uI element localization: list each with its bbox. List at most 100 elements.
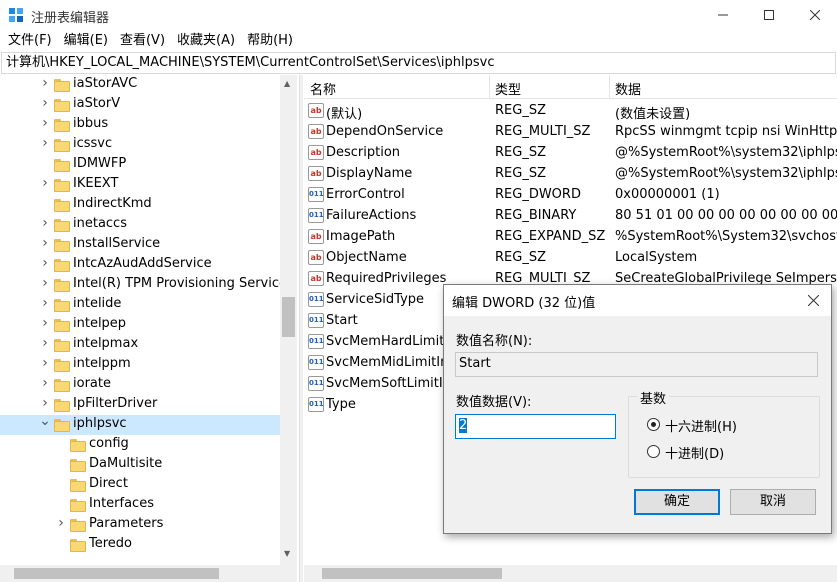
tree-item-label: IKEEXT: [73, 176, 119, 191]
chevron-right-icon[interactable]: ›: [40, 335, 50, 351]
chevron-right-icon[interactable]: ›: [40, 215, 50, 231]
chevron-right-icon[interactable]: ›: [40, 115, 50, 131]
tree-item[interactable]: › IpFilterDriver: [0, 395, 280, 415]
radio-decimal-label[interactable]: 十进制(D): [665, 443, 724, 462]
tree-item-label: Direct: [89, 476, 128, 491]
tree-item[interactable]: Teredo: [0, 535, 280, 555]
tree-item[interactable]: › iaStorAVC: [0, 75, 280, 95]
tree-scroll-thumb[interactable]: [282, 297, 295, 337]
tree-item[interactable]: IndirectKmd: [0, 195, 280, 215]
value-row[interactable]: ab DependOnService REG_MULTI_SZ RpcSS winmg…: [304, 121, 837, 142]
value-row[interactable]: 011 ErrorControl REG_DWORD 0x00000001 (1): [304, 184, 837, 205]
folder-icon: [54, 79, 71, 92]
tree-item[interactable]: › IntcAzAudAddService: [0, 255, 280, 275]
radio-hex-label[interactable]: 十六进制(H): [665, 416, 737, 435]
chevron-right-icon[interactable]: ›: [40, 135, 50, 151]
radio-hex[interactable]: [647, 418, 660, 431]
dialog-close-button[interactable]: [796, 287, 830, 313]
chevron-right-icon[interactable]: ›: [40, 175, 50, 191]
tree-item[interactable]: › icssvc: [0, 135, 280, 155]
address-bar[interactable]: 计算机\HKEY_LOCAL_MACHINE\SYSTEM\CurrentCon…: [1, 52, 836, 74]
tree-item[interactable]: › iorate: [0, 375, 280, 395]
chevron-right-icon[interactable]: ›: [40, 275, 50, 291]
binary-value-icon: 011: [308, 208, 324, 223]
column-data-header[interactable]: 数据: [615, 79, 641, 98]
scroll-up-icon[interactable]: ▲: [284, 79, 290, 88]
tree-item[interactable]: › iaStorV: [0, 95, 280, 115]
column-name-header[interactable]: 名称: [310, 79, 336, 98]
tree-item[interactable]: Direct: [0, 475, 280, 495]
ok-button[interactable]: 确定: [634, 489, 720, 515]
chevron-right-icon[interactable]: ›: [40, 95, 50, 111]
value-name: (默认): [326, 107, 363, 122]
tree-item[interactable]: › InstallService: [0, 235, 280, 255]
tree-item-label: intelpmax: [73, 336, 139, 351]
folder-icon: [54, 279, 71, 292]
value-row[interactable]: 011 FailureActions REG_BINARY 80 51 01 00 0…: [304, 205, 837, 226]
tree-item[interactable]: › intelpmax: [0, 335, 280, 355]
value-row[interactable]: ab ImagePath REG_EXPAND_SZ %SystemRoot%\Sys…: [304, 226, 837, 247]
folder-icon: [54, 399, 71, 412]
value-row[interactable]: ab DisplayName REG_SZ @%SystemRoot%\system3…: [304, 163, 837, 184]
value-name: RequiredPrivileges: [326, 271, 447, 286]
tree-item[interactable]: › inetaccs: [0, 215, 280, 235]
dialog-title: 编辑 DWORD (32 位)值: [452, 296, 596, 311]
cancel-button[interactable]: 取消: [730, 489, 816, 515]
chevron-right-icon[interactable]: ›: [40, 75, 50, 91]
maximize-button[interactable]: [746, 0, 792, 30]
values-hscroll-thumb[interactable]: [322, 568, 502, 579]
value-row[interactable]: ab Description REG_SZ @%SystemRoot%\system3…: [304, 142, 837, 163]
tree-item[interactable]: ⌄ iphlpsvc: [0, 413, 280, 435]
minimize-button[interactable]: [700, 0, 746, 30]
minimize-icon: [718, 14, 728, 16]
menu-favorites[interactable]: 收藏夹(A): [171, 30, 241, 52]
values-horizontal-scrollbar[interactable]: [304, 565, 837, 582]
binary-value-icon: 011: [308, 376, 324, 391]
menu-bar: 文件(F) 编辑(E) 查看(V) 收藏夹(A) 帮助(H): [0, 30, 837, 52]
tree-vertical-scrollbar[interactable]: ▲ ▼: [280, 75, 297, 565]
tree-item[interactable]: › Intel(R) TPM Provisioning Service: [0, 275, 287, 295]
value-row[interactable]: ab (默认) REG_SZ (数值未设置): [304, 100, 837, 122]
chevron-right-icon[interactable]: ›: [56, 515, 66, 531]
chevron-right-icon[interactable]: ›: [40, 355, 50, 371]
close-button[interactable]: [792, 0, 837, 30]
tree-hscroll-thumb[interactable]: [14, 568, 219, 579]
value-data-input[interactable]: 2: [455, 414, 616, 439]
tree-item[interactable]: config: [0, 435, 280, 455]
tree-horizontal-scrollbar[interactable]: [0, 565, 297, 582]
chevron-right-icon[interactable]: ›: [40, 395, 50, 411]
chevron-right-icon[interactable]: ›: [40, 255, 50, 271]
tree-item[interactable]: › intelpep: [0, 315, 280, 335]
close-icon: [807, 294, 819, 306]
tree-item-label: IndirectKmd: [73, 196, 152, 211]
tree-item[interactable]: › IKEEXT: [0, 175, 280, 195]
menu-help[interactable]: 帮助(H): [241, 30, 299, 52]
chevron-right-icon[interactable]: ›: [40, 235, 50, 251]
chevron-right-icon[interactable]: ›: [40, 315, 50, 331]
scroll-down-icon[interactable]: ▼: [284, 549, 290, 558]
tree-item[interactable]: IDMWFP: [0, 155, 280, 175]
menu-edit[interactable]: 编辑(E): [58, 30, 114, 52]
tree-item-label: intelpep: [73, 316, 127, 331]
key-tree[interactable]: › iaStorAVC › iaStorV › ibbus › icssvc IDMWFP › IK…: [0, 75, 297, 565]
value-name: ErrorControl: [326, 187, 405, 202]
tree-item[interactable]: › Parameters: [0, 515, 280, 535]
pane-splitter[interactable]: [299, 75, 303, 582]
value-row[interactable]: ab ObjectName REG_SZ LocalSystem: [304, 247, 837, 268]
binary-value-icon: 011: [308, 292, 324, 307]
folder-icon: [70, 519, 87, 532]
tree-item[interactable]: › intelide: [0, 295, 280, 315]
radio-decimal[interactable]: [647, 445, 660, 458]
menu-file[interactable]: 文件(F): [2, 30, 58, 52]
tree-item[interactable]: DaMultisite: [0, 455, 280, 475]
chevron-down-icon[interactable]: ⌄: [39, 413, 51, 429]
value-data: (数值未设置): [615, 107, 691, 122]
tree-item[interactable]: Interfaces: [0, 495, 280, 515]
chevron-right-icon[interactable]: ›: [40, 295, 50, 311]
tree-item-label: IntcAzAudAddService: [73, 256, 212, 271]
chevron-right-icon[interactable]: ›: [40, 375, 50, 391]
tree-item[interactable]: › intelppm: [0, 355, 280, 375]
menu-view[interactable]: 查看(V): [114, 30, 171, 52]
column-type-header[interactable]: 类型: [495, 79, 521, 98]
tree-item[interactable]: › ibbus: [0, 115, 280, 135]
